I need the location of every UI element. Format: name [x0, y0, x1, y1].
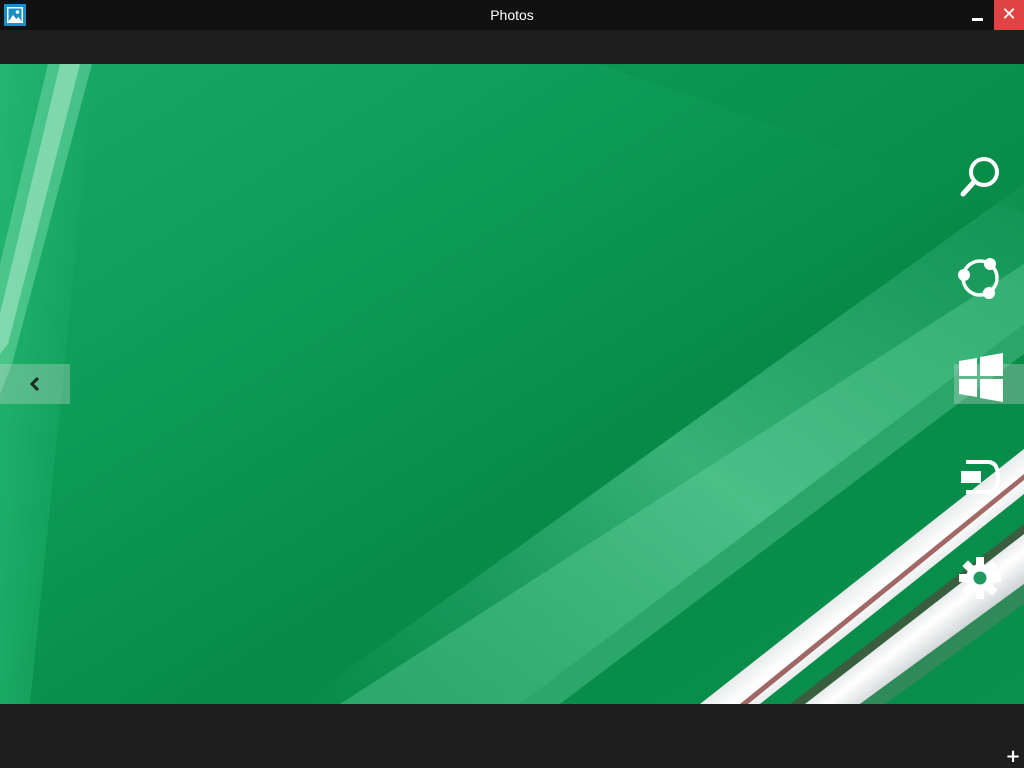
settings-charm[interactable] [952, 550, 1008, 606]
devices-icon [961, 460, 1001, 494]
devices-charm[interactable] [952, 450, 1008, 506]
share-icon [958, 258, 999, 299]
minimize-icon [972, 18, 983, 21]
settings-gear-icon [959, 557, 1001, 599]
chevron-left-icon [29, 376, 40, 392]
photo-viewer[interactable] [0, 64, 1024, 704]
bottom-app-bar [0, 704, 1024, 768]
windows-start-icon [959, 353, 1003, 402]
close-button[interactable]: ✕ [994, 0, 1024, 30]
window-title: Photos [490, 7, 534, 23]
search-charm[interactable] [952, 150, 1008, 206]
add-button[interactable]: + [1004, 748, 1022, 766]
share-charm[interactable] [952, 250, 1008, 306]
search-icon [960, 157, 999, 197]
start-charm[interactable] [952, 350, 1008, 406]
top-app-bar [0, 30, 1024, 64]
previous-photo-button[interactable] [0, 364, 70, 404]
title-bar: Photos ✕ [0, 0, 1024, 30]
green-car-photo [0, 64, 1024, 704]
photos-window: Photos ✕ + [0, 0, 1024, 768]
minimize-button[interactable] [962, 0, 994, 30]
